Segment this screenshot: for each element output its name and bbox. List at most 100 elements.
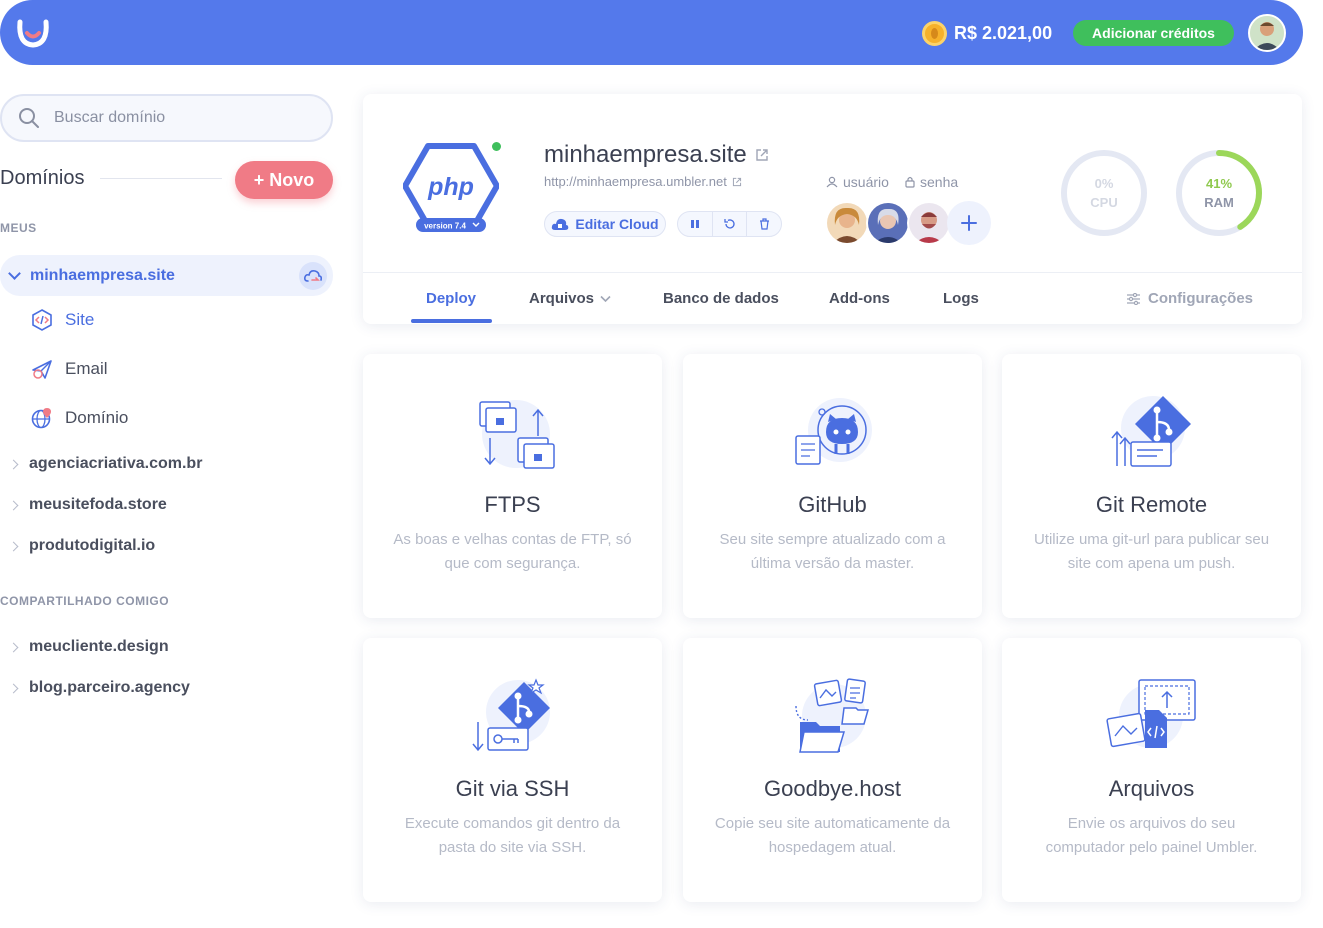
deploy-card-github[interactable]: GitHub Seu site sempre atualizado com a … [683, 354, 982, 618]
card-description: Envie os arquivos do seu computador pelo… [1045, 815, 1258, 856]
deploy-card-goodbye-host[interactable]: Goodbye.host Copie seu site automaticame… [683, 638, 982, 902]
site-actions [677, 211, 782, 237]
sidebar-item-email[interactable]: Email [31, 358, 108, 380]
active-domain-label: minhaempresa.site [30, 266, 175, 284]
active-tab-indicator [411, 319, 492, 323]
shared-domain-label: blog.parceiro.agency [29, 679, 190, 696]
git-remote-icon [1111, 396, 1191, 467]
edit-cloud-label: Editar Cloud [575, 216, 659, 232]
tab-deploy[interactable]: Deploy [426, 290, 476, 307]
new-domain-button[interactable]: + Novo [235, 161, 333, 199]
tabs-divider [363, 272, 1302, 273]
domain-search[interactable] [0, 94, 333, 142]
deploy-card-arquivos[interactable]: Arquivos Envie os arquivos do seu comput… [1002, 638, 1301, 902]
php-version: version 7.4 [424, 222, 466, 231]
add-credits-button[interactable]: Adicionar créditos [1073, 20, 1234, 46]
divider [100, 178, 222, 179]
git-ssh-icon [472, 678, 550, 752]
deploy-card-git-remote[interactable]: Git Remote Utilize uma git-url para publ… [1002, 354, 1301, 618]
sidebar-item-domain[interactable]: agenciacriativa.com.br [8, 455, 203, 473]
card-description: Seu site sempre atualizado com a última … [719, 531, 946, 572]
user-avatar-image [1250, 16, 1284, 50]
pause-icon [690, 220, 699, 228]
cloud-sync-icon[interactable] [299, 262, 327, 290]
card-title: GitHub [798, 492, 867, 517]
deploy-card-git-ssh[interactable]: Git via SSH Execute comandos git dentro … [363, 638, 662, 902]
sidebar-item-shared-domain[interactable]: blog.parceiro.agency [8, 679, 190, 697]
card-description: As boas e velhas contas de FTP, só que c… [393, 531, 632, 572]
user-avatar[interactable] [1248, 14, 1286, 52]
pause-button[interactable] [678, 212, 713, 236]
tab-add-ons[interactable]: Add-ons [829, 290, 890, 307]
site-title: minhaempresa.site [544, 141, 769, 169]
external-link-icon [732, 177, 741, 186]
umbler-logo-icon[interactable] [14, 14, 52, 52]
domain-label: agenciacriativa.com.br [29, 455, 203, 472]
chevron-down-icon [8, 266, 21, 280]
online-status-dot [492, 142, 501, 151]
cpu-gauge-text: 0% CPU [1059, 174, 1149, 212]
team-member-avatar[interactable] [907, 201, 951, 245]
code-icon [32, 309, 52, 331]
php-label: php [427, 173, 474, 201]
tab-arquivos[interactable]: Arquivos [529, 290, 611, 307]
sidebar-item-active-domain[interactable]: minhaempresa.site [0, 255, 333, 296]
globe-pin-icon [31, 408, 51, 429]
password-credential[interactable]: senha [905, 174, 958, 190]
sidebar-item-domain[interactable]: produtodigital.io [8, 537, 155, 555]
cloud-icon [552, 218, 569, 230]
sidebar-item-domain[interactable]: meusitefoda.store [8, 496, 167, 514]
external-link-icon[interactable] [755, 148, 769, 162]
user-credential[interactable]: usuário [826, 174, 889, 190]
lock-icon [905, 176, 915, 188]
domain-label: meusitefoda.store [29, 496, 167, 513]
upload-files-icon [1106, 679, 1196, 748]
card-title: Git Remote [1095, 492, 1208, 517]
card-description: Execute comandos git dentro da pasta do … [404, 815, 621, 856]
ftp-folders-icon [479, 400, 555, 469]
team-member-avatar[interactable] [825, 201, 869, 245]
top-bar: R$ 2.021,00 Adicionar créditos [0, 0, 1303, 65]
add-member-button[interactable] [947, 201, 991, 245]
chevron-right-icon [8, 541, 19, 551]
php-logo-icon[interactable]: php version 7.4 [403, 140, 499, 236]
domains-heading: Domínios [0, 167, 85, 189]
cpu-value: 0% [1094, 176, 1114, 191]
shared-domain-label: meucliente.design [29, 638, 169, 655]
card-title: FTPS [484, 492, 541, 517]
restart-button[interactable] [713, 212, 748, 236]
tab-banco-de-dados[interactable]: Banco de dados [663, 290, 779, 307]
chevron-right-icon [8, 683, 19, 693]
card-title: Arquivos [1108, 776, 1195, 801]
section-shared-label: COMPARTILHADO COMIGO [0, 594, 170, 608]
tab-logs[interactable]: Logs [943, 290, 979, 307]
goodbye-host-icon [795, 678, 869, 753]
coin-icon [922, 20, 947, 46]
search-input[interactable] [54, 109, 294, 127]
sidebar-item-site-label: Site [65, 310, 95, 329]
paper-plane-icon [32, 360, 52, 379]
ram-value: 41% [1205, 176, 1233, 191]
user-credential-label: usuário [843, 174, 889, 190]
card-description: Utilize uma git-url para publicar seu si… [1033, 531, 1270, 572]
edit-cloud-button[interactable]: Editar Cloud [544, 211, 666, 237]
site-name-text: minhaempresa.site [544, 141, 747, 168]
sidebar-item-dominio[interactable]: Domínio [31, 407, 128, 429]
tab-configuracoes[interactable]: Configurações [1127, 290, 1253, 307]
sidebar-item-email-label: Email [65, 359, 108, 378]
delete-button[interactable] [747, 212, 781, 236]
sidebar-item-site[interactable]: Site [31, 309, 94, 331]
site-url[interactable]: http://minhaempresa.umbler.net [544, 174, 742, 189]
team-member-avatar[interactable] [866, 201, 910, 245]
sidebar-item-shared-domain[interactable]: meucliente.design [8, 638, 169, 656]
cpu-label: CPU [1090, 195, 1118, 210]
card-description: Copie seu site automaticamente da hosped… [714, 815, 951, 856]
chevron-right-icon [8, 459, 19, 469]
chevron-right-icon [8, 500, 19, 510]
card-title: Git via SSH [455, 776, 570, 801]
search-icon [19, 108, 39, 128]
deploy-card-ftps[interactable]: FTPS As boas e velhas contas de FTP, só … [363, 354, 662, 618]
ram-label: RAM [1204, 195, 1234, 210]
credit-balance: R$ 2.021,00 [922, 20, 1052, 46]
plus-icon [961, 215, 977, 231]
